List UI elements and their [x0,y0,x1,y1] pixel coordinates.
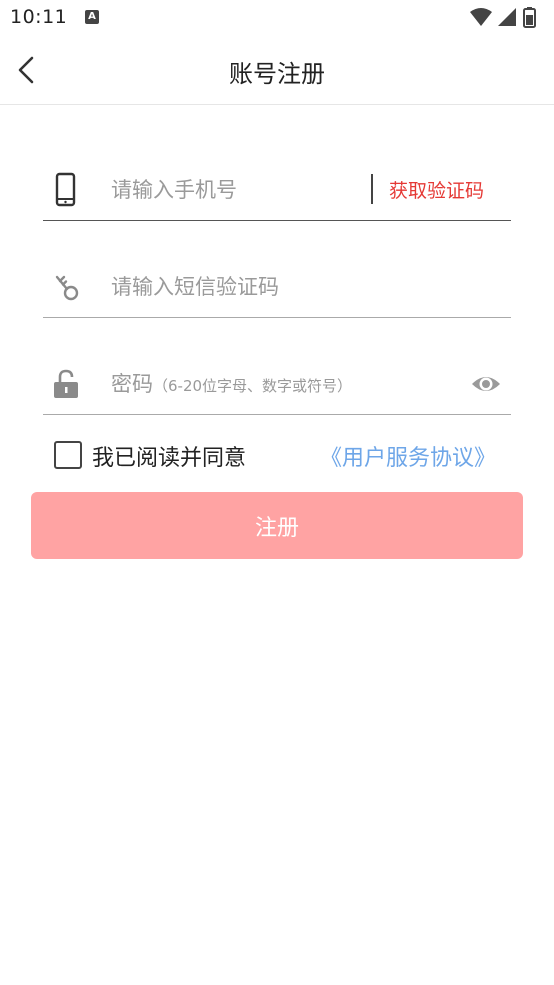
sms-code-field [43,257,511,318]
agreement-text: 我已阅读并同意 [92,446,247,471]
notification-app-icon: A [85,10,99,24]
register-button[interactable]: 注册 [31,492,523,559]
agreement-checkbox[interactable] [54,441,82,469]
status-icons [468,6,544,28]
page-title: 账号注册 [229,60,325,88]
app-bar: 账号注册 [0,38,554,105]
notification-app-letter: A [88,11,96,22]
agreement-link[interactable]: 《用户服务协议》 [320,440,496,472]
lock-icon [54,369,78,398]
status-time: 10:11 [10,6,68,28]
key-icon [55,275,79,301]
password-label: 密码 [111,372,153,396]
password-input[interactable]: 密码（6-20位字母、数字或符号） [111,368,352,398]
signal-icon [498,8,516,26]
sms-code-input[interactable] [111,269,491,305]
status-bar: 10:11 A [0,0,554,38]
password-hint: （6-20位字母、数字或符号） [153,377,353,395]
battery-icon [523,7,536,28]
get-code-button[interactable]: 获取验证码 [389,176,484,203]
field-divider [371,174,373,204]
password-field: 密码（6-20位字母、数字或符号） [43,354,511,415]
eye-icon[interactable] [471,372,501,396]
phone-input[interactable] [111,172,361,208]
phone-field: 获取验证码 [43,160,511,221]
phone-icon [55,172,76,207]
wifi-icon [470,8,492,26]
